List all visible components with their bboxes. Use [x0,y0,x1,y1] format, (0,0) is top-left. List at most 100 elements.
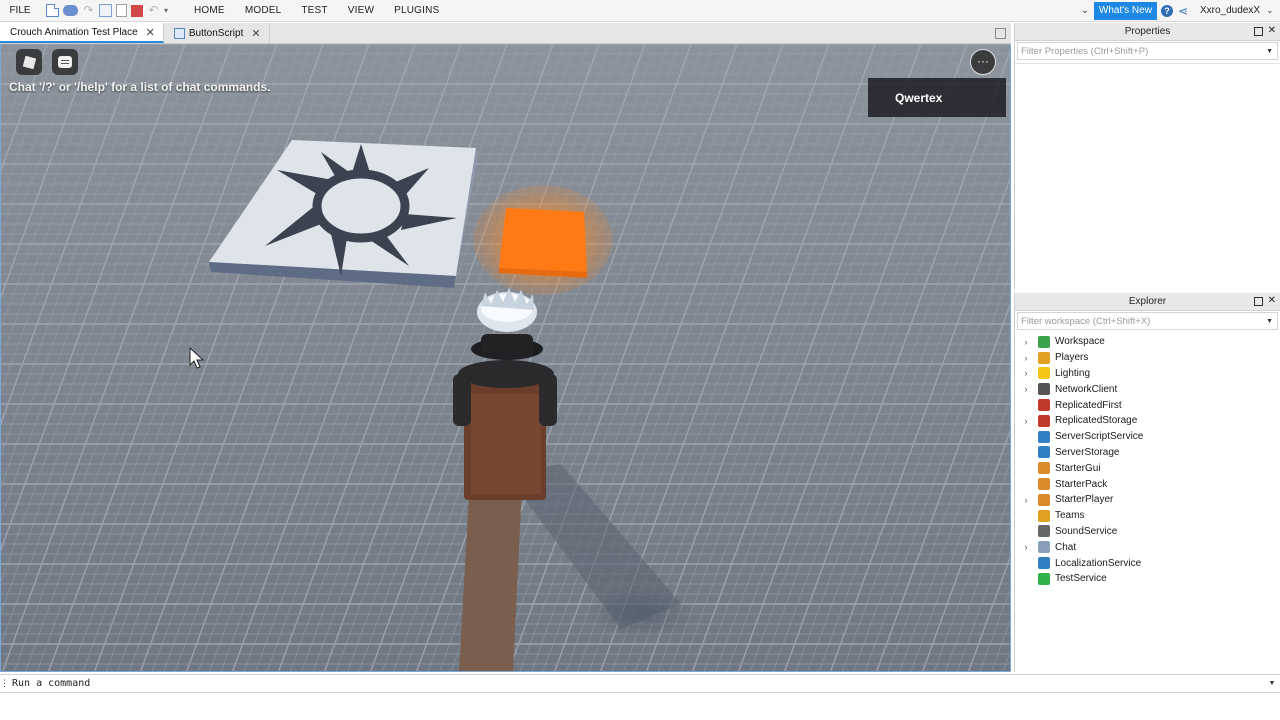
restore-window-button[interactable] [989,23,1011,43]
player-list-entry[interactable]: Qwertex [868,78,1006,117]
close-icon[interactable]: ✕ [251,27,260,40]
starter-pack-icon [1038,478,1050,491]
explorer-item[interactable]: Teams [1015,508,1280,524]
copy-icon[interactable] [99,4,112,17]
lightbulb-icon [1038,367,1050,380]
server-script-icon [1038,430,1050,443]
menubar-right: ⌄ What's New ? ⋖ Xxro_dudexX ⌄ [1076,0,1280,22]
explorer-item[interactable]: ServerScriptService [1015,429,1280,445]
share-icon[interactable]: ⋖ [1178,4,1192,18]
explorer-item[interactable]: › Chat [1015,539,1280,555]
explorer-filter-input[interactable]: Filter workspace (Ctrl+Shift+X) ▼ [1017,312,1278,330]
viewport-scene [1,44,1010,671]
explorer-item[interactable]: ServerStorage [1015,445,1280,461]
properties-header: Properties ✕ [1015,23,1280,41]
doc-tab-label: Crouch Animation Test Place [10,26,138,38]
tab-crouch-animation-place[interactable]: Crouch Animation Test Place ✕ [0,23,164,43]
properties-panel: Properties ✕ Filter Properties (Ctrl+Shi… [1014,23,1280,289]
filter-placeholder: Filter workspace (Ctrl+Shift+X) [1021,315,1151,327]
undock-icon[interactable] [1253,27,1263,36]
restore-window-icon [994,27,1006,39]
roblox-menu-button[interactable] [16,49,42,75]
explorer-panel: Explorer ✕ Filter workspace (Ctrl+Shift+… [1014,293,1280,672]
undo-icon[interactable]: ↶ [147,4,160,17]
tab-plugins[interactable]: PLUGINS [384,5,449,16]
speaker-icon [1038,525,1050,538]
close-icon[interactable]: ✕ [146,26,155,39]
properties-filter-input[interactable]: Filter Properties (Ctrl+Shift+P) ▼ [1017,42,1278,60]
explorer-item[interactable]: › Lighting [1015,366,1280,382]
team-create-icon[interactable] [63,5,78,16]
localization-globe-icon [1038,557,1050,570]
properties-title: Properties [1124,26,1171,37]
globe-icon [1038,335,1050,348]
expand-chevron-icon[interactable]: › [1018,495,1034,505]
expand-chevron-icon[interactable]: › [1018,337,1034,347]
dropdown-arrow-icon[interactable]: ▼ [1266,318,1273,325]
command-input[interactable] [8,675,1264,692]
teams-icon [1038,509,1050,522]
tab-view[interactable]: VIEW [338,5,384,16]
server-storage-icon [1038,446,1050,459]
status-area [0,694,1280,720]
collapse-ribbon-chevron-icon[interactable]: ⌄ [1076,5,1094,16]
chat-bubble-icon [1038,541,1050,554]
explorer-item-label: SoundService [1055,525,1118,537]
explorer-item[interactable]: LocalizationService [1015,555,1280,571]
explorer-item[interactable]: › Players [1015,350,1280,366]
dropdown-arrow-icon[interactable]: ▼ [1266,48,1273,55]
explorer-item[interactable]: StarterPack [1015,476,1280,492]
close-icon[interactable]: ✕ [1268,25,1276,36]
help-icon[interactable]: ? [1160,4,1173,17]
whats-new-button[interactable]: What's New [1093,1,1157,20]
expand-chevron-icon[interactable]: › [1018,542,1034,552]
explorer-item[interactable]: › NetworkClient [1015,381,1280,397]
explorer-item[interactable]: TestService [1015,571,1280,587]
grip-icon[interactable]: ⋮ [0,678,9,689]
command-bar: ⋮ ▼ [0,674,1280,693]
explorer-item[interactable]: ReplicatedFirst [1015,397,1280,413]
explorer-header: Explorer ✕ [1015,293,1280,311]
starter-gui-icon [1038,462,1050,475]
quick-access-toolbar: ↷ ↶ ▾ [46,4,172,17]
tab-button-script[interactable]: ButtonScript ✕ [164,23,270,43]
neon-orange-part [473,185,613,295]
tab-model[interactable]: MODEL [235,5,292,16]
close-icon[interactable]: ✕ [1268,295,1276,306]
redo-icon[interactable]: ↷ [82,4,95,17]
explorer-item-label: Teams [1055,510,1085,522]
file-menu[interactable]: FILE [0,5,40,16]
expand-chevron-icon[interactable]: › [1018,416,1034,426]
game-viewport[interactable]: Chat '/?' or '/help' for a list of chat … [0,44,1011,672]
ribbon-tabs: HOME MODEL TEST VIEW PLUGINS [184,5,449,16]
user-menu-chevron-icon[interactable]: ⌄ [1266,5,1280,16]
explorer-item[interactable]: StarterGui [1015,460,1280,476]
new-file-icon[interactable] [46,4,59,17]
network-icon [1038,383,1050,396]
undock-icon[interactable] [1253,297,1263,306]
explorer-item-label: ReplicatedStorage [1055,415,1138,427]
checkmark-icon [1038,572,1050,585]
explorer-item[interactable]: › StarterPlayer [1015,492,1280,508]
chat-toggle-button[interactable] [52,49,78,75]
more-menu-button[interactable]: ··· [970,49,996,75]
starter-player-icon [1038,493,1050,506]
customize-dropdown-icon[interactable]: ▾ [164,4,172,17]
stop-icon[interactable] [131,4,143,17]
username-label[interactable]: Xxro_dudexX [1200,5,1260,16]
tab-home[interactable]: HOME [184,5,235,16]
menu-bar: FILE ↷ ↶ ▾ HOME MODEL TEST VIEW PLUGINS … [0,0,1280,22]
expand-chevron-icon[interactable]: › [1018,353,1034,363]
explorer-item-label: StarterPack [1055,478,1108,490]
explorer-item[interactable]: › ReplicatedStorage [1015,413,1280,429]
replicated-storage-icon [1038,414,1050,427]
expand-chevron-icon[interactable]: › [1018,384,1034,394]
expand-chevron-icon[interactable]: › [1018,368,1034,378]
explorer-item[interactable]: › Workspace [1015,334,1280,350]
filter-placeholder: Filter Properties (Ctrl+Shift+P) [1021,45,1149,57]
explorer-item[interactable]: SoundService [1015,524,1280,540]
move-icon[interactable] [116,4,127,17]
dropdown-arrow-icon[interactable]: ▼ [1264,680,1280,687]
tab-test[interactable]: TEST [291,5,337,16]
explorer-item-label: NetworkClient [1055,383,1118,395]
